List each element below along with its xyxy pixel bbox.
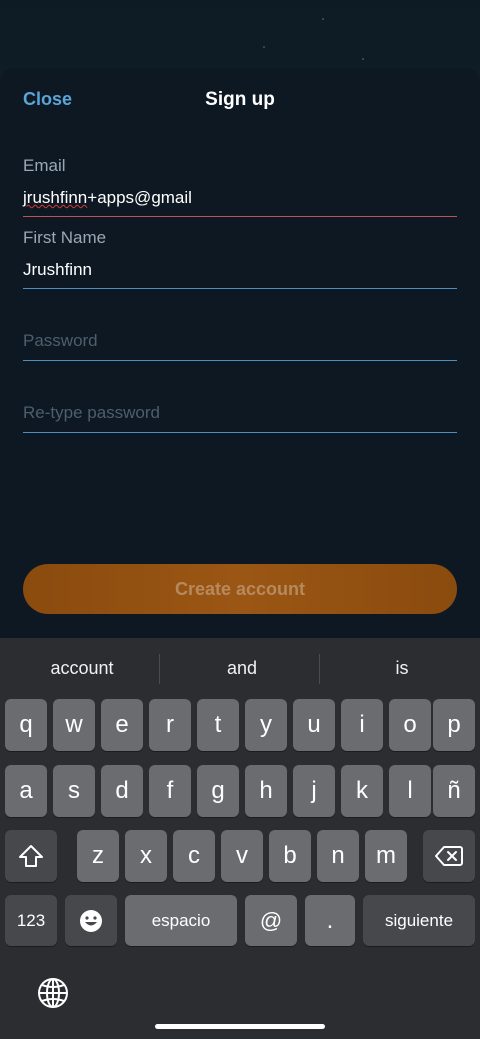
shift-icon <box>19 845 43 867</box>
key-w[interactable]: w <box>53 699 95 751</box>
key-f[interactable]: f <box>149 765 191 817</box>
email-label: Email <box>23 156 66 175</box>
suggestion-1[interactable]: account <box>2 638 162 698</box>
password-underline <box>23 360 457 361</box>
key-i[interactable]: i <box>341 699 383 751</box>
signup-sheet <box>0 68 480 648</box>
key-k[interactable]: k <box>341 765 383 817</box>
retype-password-input[interactable] <box>23 403 457 423</box>
first-name-field[interactable]: First Name Jrushfinn <box>23 228 457 289</box>
star-dot <box>362 58 364 60</box>
key-q[interactable]: q <box>5 699 47 751</box>
suggestion-divider <box>159 654 160 684</box>
keyboard: account and is q w e r t y u i o p a s d… <box>0 638 480 1039</box>
key-e[interactable]: e <box>101 699 143 751</box>
key-n[interactable]: n <box>317 830 359 882</box>
globe-button[interactable] <box>36 976 70 1010</box>
key-m[interactable]: m <box>365 830 407 882</box>
key-z[interactable]: z <box>77 830 119 882</box>
key-y[interactable]: y <box>245 699 287 751</box>
email-value[interactable]: jrushfinn+apps@gmail <box>23 188 457 208</box>
suggestion-3[interactable]: is <box>322 638 480 698</box>
create-account-button[interactable]: Create account <box>23 564 457 614</box>
key-s[interactable]: s <box>53 765 95 817</box>
email-value-rest: +apps@gmail <box>87 188 192 207</box>
backspace-icon <box>435 846 463 866</box>
retype-password-underline <box>23 432 457 433</box>
key-r[interactable]: r <box>149 699 191 751</box>
emoji-key[interactable] <box>65 895 117 946</box>
retype-password-field[interactable] <box>23 403 457 433</box>
star-dot <box>322 18 324 20</box>
misspelled-word: jrushfinn <box>23 188 88 207</box>
email-underline <box>23 216 457 217</box>
shift-key[interactable] <box>5 830 57 882</box>
first-name-value[interactable]: Jrushfinn <box>23 260 457 280</box>
password-input[interactable] <box>23 331 457 351</box>
key-c[interactable]: c <box>173 830 215 882</box>
home-indicator[interactable] <box>155 1024 325 1029</box>
key-l[interactable]: l <box>389 765 431 817</box>
email-field[interactable]: Email jrushfinn+apps@gmail <box>23 156 457 217</box>
key-g[interactable]: g <box>197 765 239 817</box>
at-key[interactable]: @ <box>245 895 297 946</box>
page-title: Sign up <box>205 89 275 110</box>
key-h[interactable]: h <box>245 765 287 817</box>
key-j[interactable]: j <box>293 765 335 817</box>
suggestion-divider <box>319 654 320 684</box>
key-o[interactable]: o <box>389 699 431 751</box>
key-d[interactable]: d <box>101 765 143 817</box>
key-n-tilde[interactable]: ñ <box>433 765 475 817</box>
emoji-icon <box>80 909 102 932</box>
suggestion-2[interactable]: and <box>162 638 322 698</box>
key-a[interactable]: a <box>5 765 47 817</box>
key-u[interactable]: u <box>293 699 335 751</box>
globe-icon <box>38 978 68 1008</box>
key-p[interactable]: p <box>433 699 475 751</box>
return-key[interactable]: siguiente <box>363 895 475 946</box>
numbers-key[interactable]: 123 <box>5 895 57 946</box>
delete-key[interactable] <box>423 830 475 882</box>
space-key[interactable]: espacio <box>125 895 237 946</box>
first-name-underline <box>23 288 457 289</box>
key-v[interactable]: v <box>221 830 263 882</box>
dot-key[interactable]: . <box>305 895 355 946</box>
key-t[interactable]: t <box>197 699 239 751</box>
first-name-label: First Name <box>23 228 107 247</box>
star-dot <box>263 46 265 48</box>
key-x[interactable]: x <box>125 830 167 882</box>
password-field[interactable] <box>23 331 457 361</box>
key-b[interactable]: b <box>269 830 311 882</box>
